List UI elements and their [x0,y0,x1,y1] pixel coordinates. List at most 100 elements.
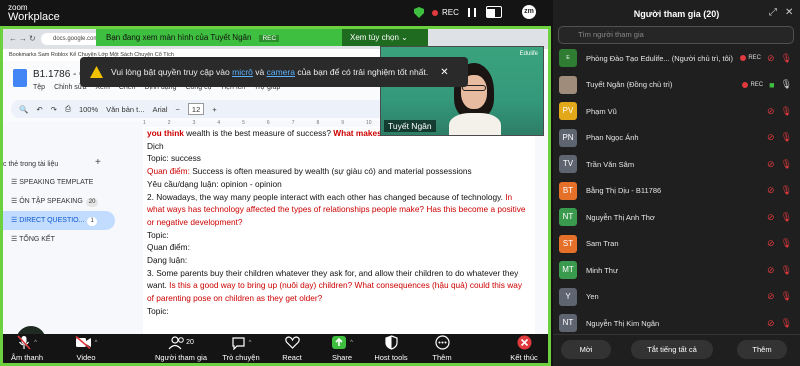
share-banner-text: Bạn đang xem màn hình của Tuyết Ngân REC [96,33,342,42]
mic-icon: 🎙 [780,79,792,90]
doc-tab-icon: ☰ [11,179,20,186]
popout-icon[interactable]: ⤢ [769,7,777,18]
participant-row[interactable]: NT Nguyễn Thị Kim Ngân ⊘ 🎙 [553,310,800,337]
edit-pencil-button[interactable] [16,326,46,334]
mic-link[interactable]: micrô [232,67,253,77]
participant-row[interactable]: E Phòng Đào Tạo Edulife... (Người chủ tr… [553,45,800,72]
doc-line: Topic: [147,305,169,316]
participant-row[interactable]: MT Minh Thư ⊘ 🎙 [553,257,800,284]
font-size-input[interactable]: 12 [187,103,205,115]
doc-tab-on-tap-speaking[interactable]: ☰ ÔN TẬP SPEAKING 20 [3,192,123,211]
document-page[interactable]: you think wealth is the best measure of … [143,127,535,334]
font-select[interactable]: Arial [153,105,168,114]
doc-text: Quan điểm: [147,166,193,177]
doc-tab-speaking-template[interactable]: ☰ SPEAKING TEMPLATE [3,173,123,192]
recording-badge: REC [740,55,762,62]
react-label: React [282,353,302,362]
recording-label: REC [442,8,459,17]
print-icon[interactable]: ⎙ [65,104,71,114]
camera-link[interactable]: camera [267,67,295,77]
camera-off-icon: ⊘ [767,264,775,275]
participant-row[interactable]: Tuyết Ngân (Đồng chủ trì) REC ■ 🎙 [553,72,800,99]
search-menus-icon[interactable]: 🔍 [19,105,28,114]
mic-muted-icon: 🎙 [780,238,792,249]
add-tab-icon[interactable]: + [95,157,101,168]
invite-button[interactable]: Mời [561,340,611,359]
participant-row[interactable]: PN Phan Ngọc Ánh ⊘ 🎙 [553,125,800,152]
doc-tab-direct-questions[interactable]: ☰ DIRECT QUESTIO... 1 [3,211,115,230]
participant-row[interactable]: PV Phạm Vũ ⊘ 🎙 [553,98,800,125]
pause-recording-icon[interactable] [467,8,476,17]
participants-button[interactable]: 20 Người tham gia [151,334,211,362]
redo-icon[interactable]: ↷ [51,105,57,114]
chevron-up-icon[interactable]: ^ [95,340,98,346]
doc-tab-icon: ☰ [11,198,20,205]
participant-status: ⊘ 🎙 [767,318,792,329]
share-screen-button[interactable]: ^ Share [329,334,355,362]
host-tools-button[interactable]: Host tools [372,334,410,362]
participant-row[interactable]: BT Bằng Thị Dịu - B11786 ⊘ 🎙 [553,178,800,205]
doc-tab-label: DIRECT QUESTIO... [19,217,85,224]
close-panel-icon[interactable]: ✕ [785,7,793,18]
zoom-select[interactable]: 100% [79,105,98,114]
participant-row[interactable]: Y Yen ⊘ 🎙 [553,284,800,311]
react-button[interactable]: React [278,334,306,362]
chevron-up-icon[interactable]: ^ [249,340,252,346]
panel-more-button[interactable]: Thêm [737,340,787,359]
doc-tab-tong-ket[interactable]: ☰ TỔNG KẾT [3,230,123,249]
video-button[interactable]: ^ Video [67,334,105,362]
reload-icon[interactable]: ↻ [29,34,36,43]
avatar: ST [559,234,577,253]
doc-line: 2. Nowadays, the way many people interac… [147,191,531,229]
chevron-up-icon[interactable]: ^ [350,340,353,346]
permission-toast: Vui lòng bật quyền truy cập vào micrô và… [80,57,468,87]
chevron-up-icon[interactable]: ^ [34,340,37,346]
avatar: TV [559,155,577,174]
share-arrow-icon: ^ [329,334,355,351]
participant-status: ⊘ 🎙 [767,106,792,117]
participant-row[interactable]: NT Nguyễn Thị Anh Thơ ⊘ 🎙 [553,204,800,231]
back-arrow-icon[interactable]: ← [9,34,17,43]
forward-arrow-icon[interactable]: → [19,34,27,43]
doc-line: Yêu cầu/dạng luận: opinion - opinion [147,178,282,189]
mic-muted-icon: 🎙 [780,185,792,196]
menu-file[interactable]: Tệp [33,84,45,91]
doc-line: Dịch [147,140,164,151]
view-options-button[interactable]: Xem tùy chọn ⌄ [342,29,428,46]
font-decrease-button[interactable]: − [176,105,180,114]
participant-row[interactable]: ST Sam Tran ⊘ 🎙 [553,231,800,258]
undo-icon[interactable]: ↶ [36,105,42,114]
participants-label: Người tham gia [154,353,208,362]
more-button[interactable]: Thêm [428,334,456,362]
participant-name: Trần Văn Sâm [586,159,635,169]
participant-name: Yen [586,292,599,302]
audio-button[interactable]: ^ Âm thanh [9,334,45,362]
participant-row[interactable]: TV Trần Văn Sâm ⊘ 🎙 [553,151,800,178]
font-increase-button[interactable]: + [212,105,216,114]
participant-search-input[interactable]: Tìm người tham gia [558,26,794,44]
camera-on-icon: ■ [769,79,775,90]
chat-button[interactable]: ^ Trò chuyện [220,334,262,362]
avatar: NT [559,208,577,227]
participant-list: E Phòng Đào Tạo Edulife... (Người chủ tr… [553,45,800,337]
close-icon[interactable]: ✕ [440,67,448,78]
chat-bubble-icon: ^ [220,334,262,351]
permission-text: và [252,67,267,77]
mute-all-button[interactable]: Tắt tiếng tất cả [631,340,713,359]
end-meeting-button[interactable]: Kết thúc [507,334,541,362]
avatar: PN [559,128,577,147]
rec-label: REC [748,55,762,62]
account-avatar[interactable]: zm [522,5,536,19]
doc-tab-badge: 1 [87,217,97,226]
recording-badge: REC [742,81,763,88]
view-icon[interactable] [486,6,502,18]
panel-title: Người tham gia (20) [633,9,720,19]
doc-line: Quan điểm: [147,242,190,253]
style-select[interactable]: Văn bản t... [106,105,144,114]
participants-panel: Người tham gia (20) ⤢ ✕ Tìm người tham g… [553,0,800,366]
doc-tab-label: ÔN TẬP SPEAKING [19,198,83,205]
mic-muted-icon: 🎙 [780,317,792,328]
participant-name: Bằng Thị Dịu - B11786 [586,186,662,196]
screen-share-banner: Bạn đang xem màn hình của Tuyết Ngân REC … [96,29,428,46]
zoom-logo-main: Workplace [8,11,60,23]
